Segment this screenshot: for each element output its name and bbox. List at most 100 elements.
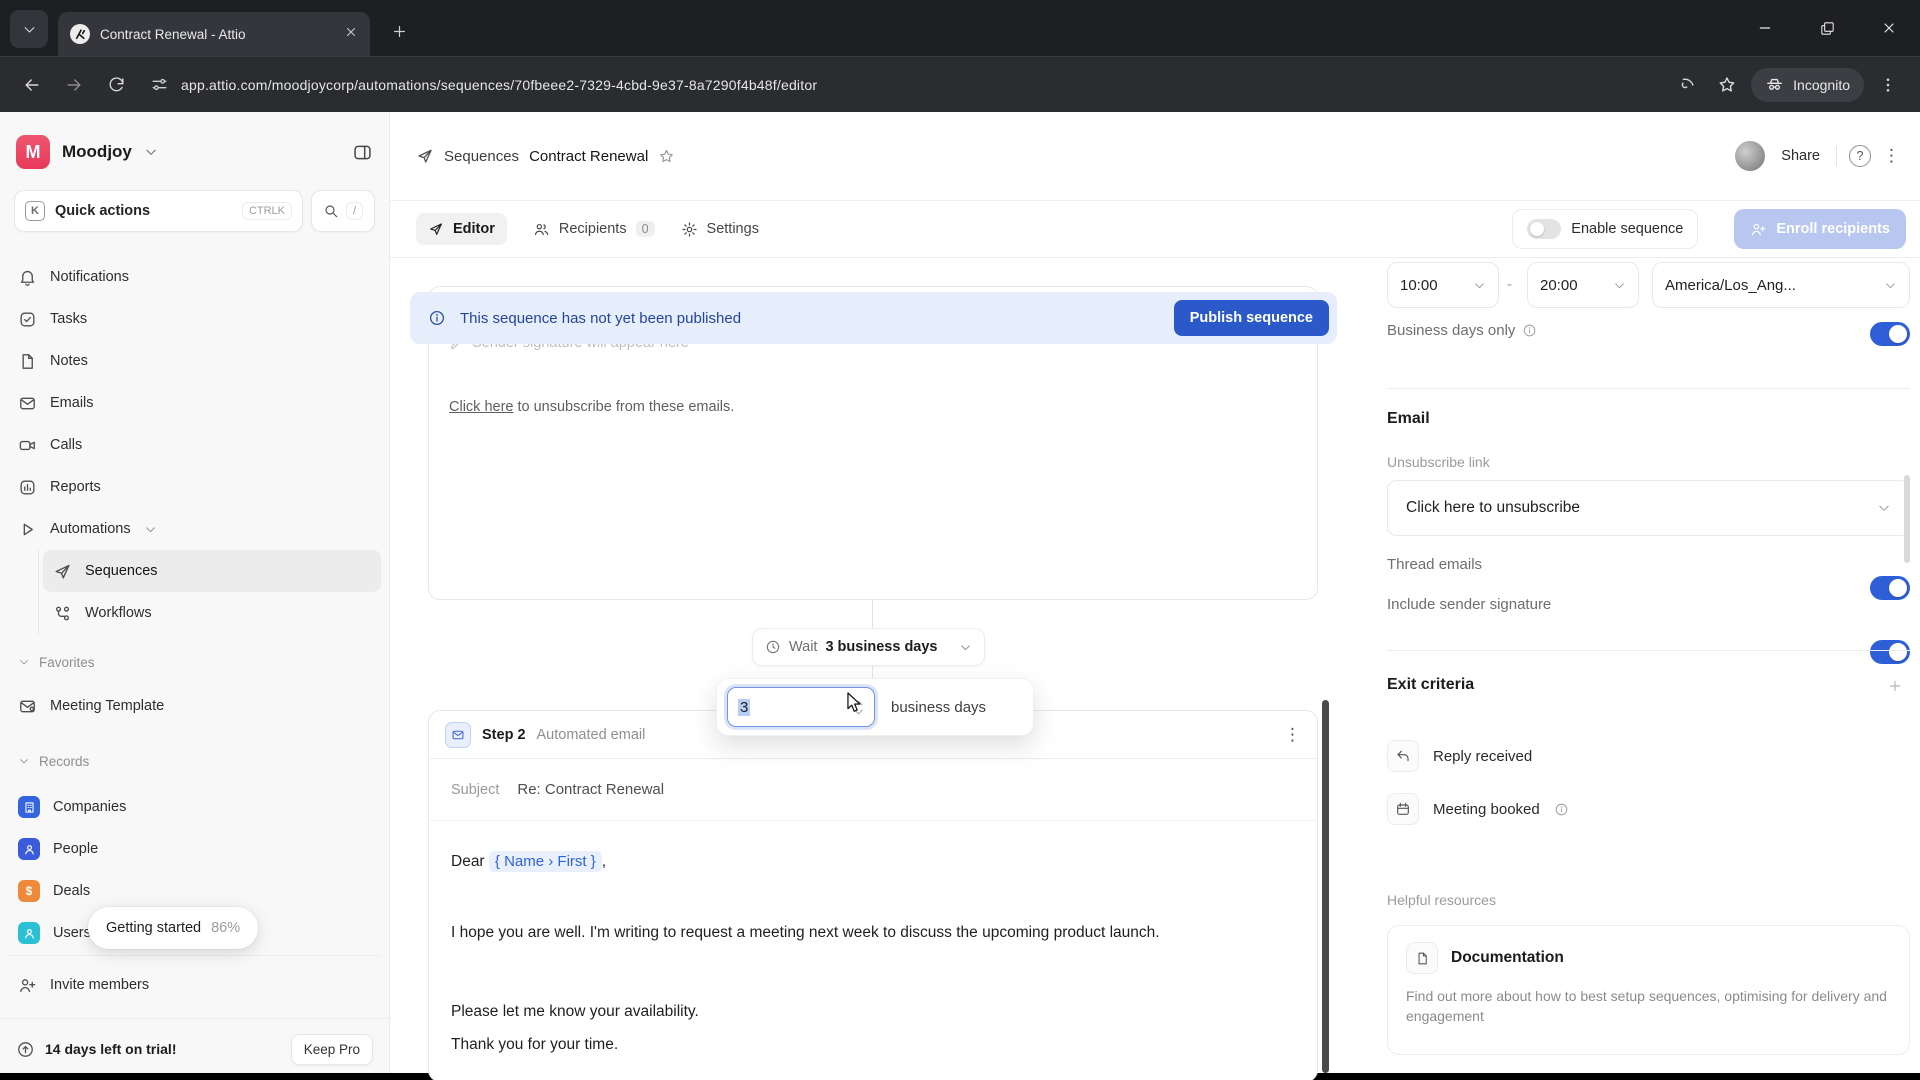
panel-scrollbar[interactable]	[1904, 475, 1910, 563]
sidebar-item-notifications[interactable]: Notifications	[8, 256, 381, 298]
forward-button[interactable]	[56, 67, 92, 103]
subject-row[interactable]: Subject Re: Contract Renewal	[429, 759, 1317, 821]
sidebar-item-tasks[interactable]: Tasks	[8, 298, 381, 340]
body-paragraph: Please let me know your availability.	[451, 995, 1295, 1028]
tab-search-button[interactable]	[10, 10, 48, 48]
name-token[interactable]: { Name › First }	[489, 851, 602, 872]
step2-card: Step 2 Automated email ⋮ Subject Re: Con…	[428, 710, 1318, 1080]
sidebar-item-sequences[interactable]: Sequences	[43, 550, 381, 592]
quick-actions-button[interactable]: K Quick actions CTRLK	[14, 190, 303, 232]
step2-menu-icon[interactable]: ⋮	[1284, 725, 1301, 745]
bookmark-star-icon[interactable]	[1709, 67, 1745, 103]
person-plus-icon	[18, 976, 37, 995]
records-section-header[interactable]: Records	[8, 744, 381, 778]
browser-tab[interactable]: Contract Renewal - Attio	[58, 12, 370, 56]
address-bar[interactable]: app.attio.com/moodjoycorp/automations/se…	[140, 75, 1661, 94]
view-tabs: Editor Recipients 0 Settings Enable sequ…	[390, 200, 1920, 258]
tab-close-icon[interactable]	[344, 25, 358, 44]
tab-settings[interactable]: Settings	[681, 221, 759, 238]
user-avatar[interactable]	[1735, 141, 1765, 171]
subject-value[interactable]: Re: Contract Renewal	[517, 781, 664, 798]
panel-divider	[1387, 388, 1910, 389]
keep-pro-button[interactable]: Keep Pro	[291, 1034, 373, 1065]
share-button[interactable]: Share	[1781, 148, 1820, 164]
enable-sequence-toggle[interactable]	[1527, 219, 1561, 239]
page-title[interactable]: Contract Renewal	[529, 148, 648, 165]
chevron-down-icon	[959, 641, 972, 654]
sidebar-item-reports[interactable]: Reports	[8, 466, 381, 508]
sidebar-item-emails[interactable]: Emails	[8, 382, 381, 424]
site-info-icon[interactable]	[150, 75, 169, 94]
workspace-switcher[interactable]: M Moodjoy	[16, 132, 373, 172]
main-scrollbar[interactable]	[1322, 700, 1329, 1073]
documentation-card[interactable]: Documentation Find out more about how to…	[1387, 925, 1910, 1055]
sidebar-item-notes[interactable]: Notes	[8, 340, 381, 382]
restore-button[interactable]	[1796, 0, 1858, 56]
add-exit-criteria-icon[interactable]	[1887, 678, 1903, 694]
wait-prefix: Wait	[789, 639, 817, 655]
collapse-sidebar-icon[interactable]	[352, 142, 373, 163]
thread-emails-toggle[interactable]	[1870, 576, 1910, 600]
quick-actions-row: K Quick actions CTRLK /	[14, 190, 375, 232]
search-button[interactable]: /	[311, 190, 375, 232]
info-icon	[1522, 323, 1537, 338]
reload-button[interactable]	[98, 67, 134, 103]
person-plus-icon	[1750, 221, 1767, 238]
users-icon	[18, 922, 40, 944]
start-time-select[interactable]: 10:00	[1387, 262, 1499, 308]
privacy-eye-icon[interactable]	[1667, 67, 1703, 103]
sidebar-item-label: Workflows	[85, 605, 152, 621]
browser-toolbar: app.attio.com/moodjoycorp/automations/se…	[0, 56, 1920, 112]
start-time-value: 10:00	[1400, 277, 1438, 294]
page-menu-icon[interactable]: ⋮	[1883, 146, 1900, 166]
sidebar-item-workflows[interactable]: Workflows	[43, 592, 381, 634]
exit-item-label: Reply received	[1433, 748, 1532, 765]
sidebar-item-automations[interactable]: Automations	[8, 508, 381, 550]
sidebar-item-label: Notifications	[50, 269, 129, 285]
include-signature-toggle[interactable]	[1870, 640, 1910, 664]
quick-actions-shortcut: CTRLK	[242, 202, 292, 220]
close-window-button[interactable]	[1858, 0, 1920, 56]
business-days-toggle[interactable]	[1870, 322, 1910, 346]
browser-menu-icon[interactable]	[1870, 67, 1906, 103]
favorites-section-header[interactable]: Favorites	[8, 645, 381, 679]
new-tab-button[interactable]	[384, 16, 414, 46]
sidebar-item-deals[interactable]: $ Deals	[8, 870, 381, 912]
enable-sequence-control[interactable]: Enable sequence	[1512, 209, 1698, 249]
unsubscribe-link-label: Unsubscribe link	[1387, 454, 1490, 470]
sidebar-item-companies[interactable]: Companies	[8, 786, 381, 828]
deals-icon: $	[18, 880, 40, 902]
email-body[interactable]: Dear { Name › First }, I hope you are we…	[429, 821, 1317, 1080]
plus-icon	[391, 23, 408, 40]
timezone-select[interactable]: America/Los_Ang...	[1652, 262, 1910, 308]
sidebar-nav: Notifications Tasks Notes Emails Calls R…	[8, 256, 381, 956]
enroll-recipients-button[interactable]: Enroll recipients	[1734, 209, 1906, 249]
upgrade-arrow-icon	[16, 1040, 35, 1059]
end-time-select[interactable]: 20:00	[1527, 262, 1639, 308]
unsubscribe-line: Click here to unsubscribe from these ema…	[449, 399, 734, 415]
tab-editor[interactable]: Editor	[416, 213, 507, 245]
sidebar-item-calls[interactable]: Calls	[8, 424, 381, 466]
document-icon	[1406, 942, 1438, 974]
help-icon[interactable]: ?	[1849, 145, 1871, 167]
getting-started-pill[interactable]: Getting started 86%	[88, 907, 258, 949]
publish-sequence-button[interactable]: Publish sequence	[1174, 300, 1329, 336]
sidebar-item-people[interactable]: People	[8, 828, 381, 870]
unsubscribe-link[interactable]: Click here	[449, 399, 513, 415]
invite-members-button[interactable]: Invite members	[8, 964, 381, 1006]
sidebar-item-meeting-template[interactable]: Meeting Template	[8, 685, 381, 727]
breadcrumb-root[interactable]: Sequences	[444, 148, 519, 165]
end-time-value: 20:00	[1540, 277, 1578, 294]
unsubscribe-link-select[interactable]: Click here to unsubscribe	[1387, 480, 1910, 536]
wait-step-pill[interactable]: Wait 3 business days	[752, 628, 985, 666]
send-icon	[416, 147, 434, 165]
minimize-button[interactable]	[1734, 0, 1796, 56]
favorite-star-icon[interactable]	[658, 148, 675, 165]
back-button[interactable]	[14, 67, 50, 103]
tab-recipients[interactable]: Recipients 0	[533, 221, 655, 238]
step-connector	[872, 600, 873, 628]
app-window: Contract Renewal - Attio app.attio.com/m…	[0, 0, 1920, 1080]
wait-value: 3 business days	[825, 639, 951, 655]
wait-duration-popover: 3 business days	[716, 678, 1034, 736]
url-text[interactable]: app.attio.com/moodjoycorp/automations/se…	[181, 77, 817, 93]
